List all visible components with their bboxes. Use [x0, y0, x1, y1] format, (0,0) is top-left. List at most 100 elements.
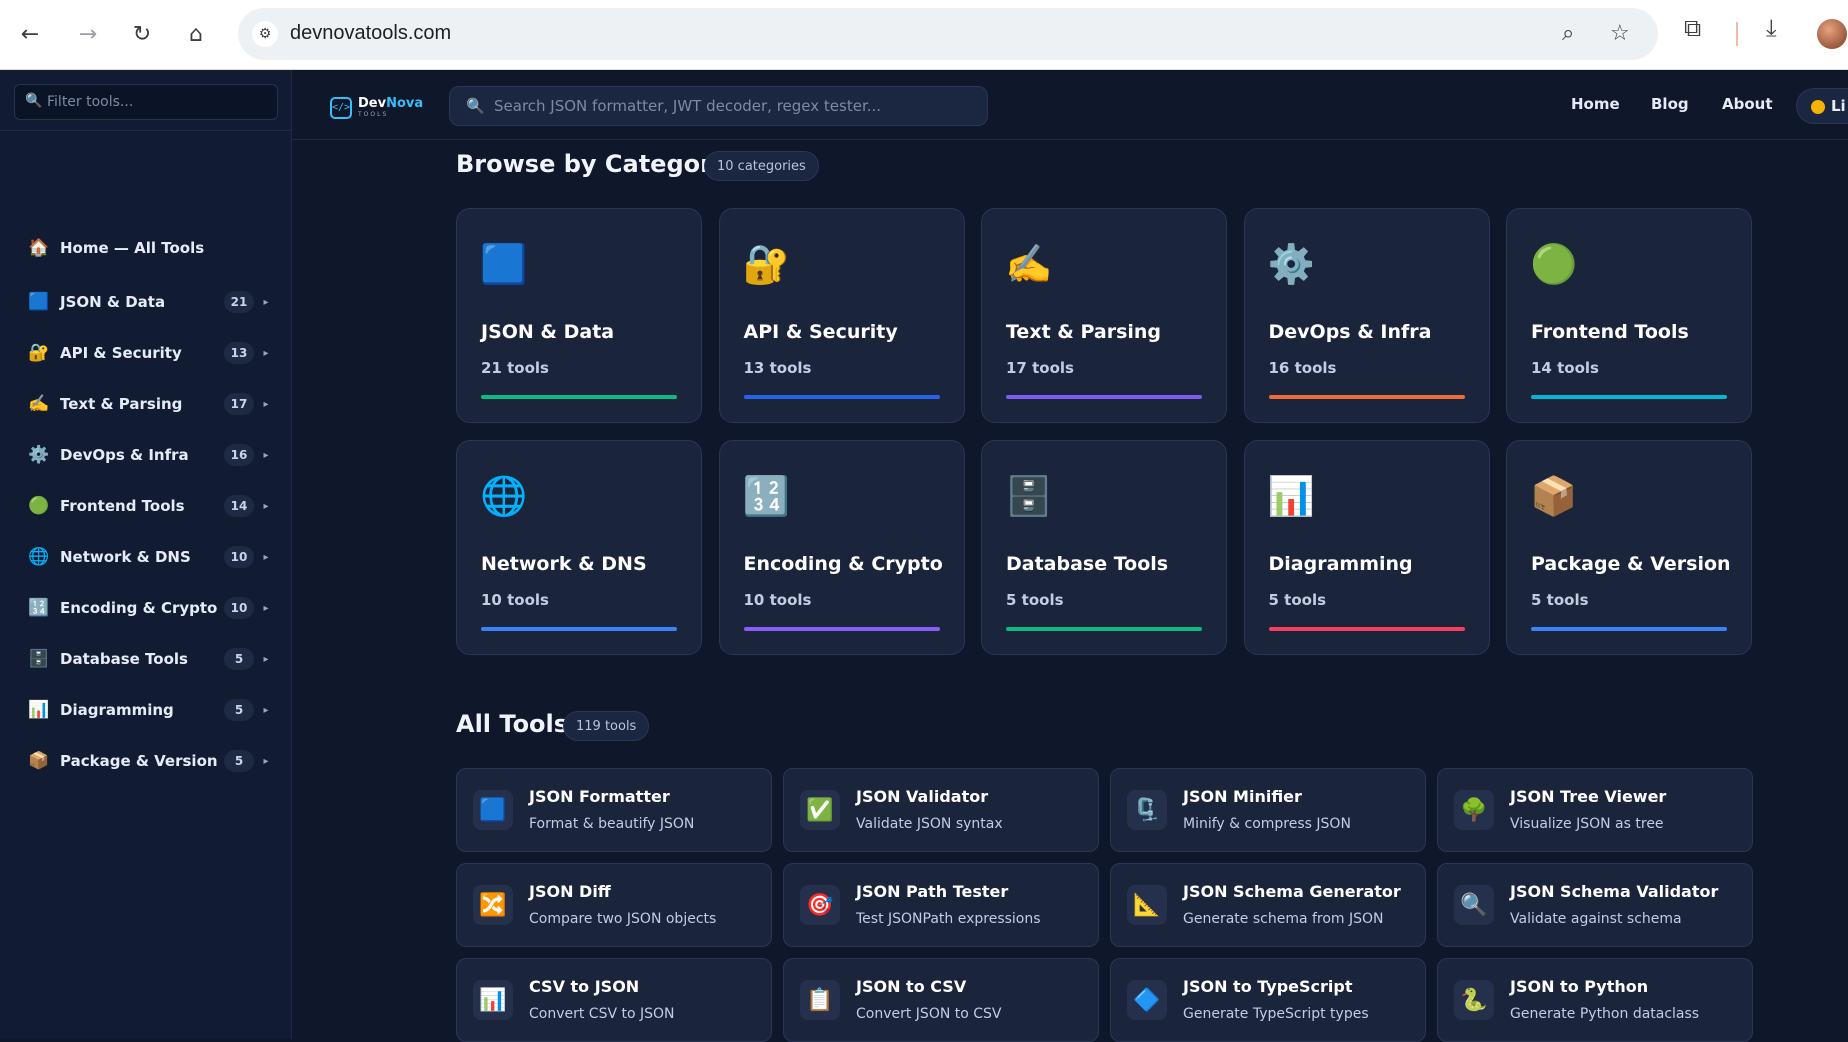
category-tool-count: 5 tools	[1268, 591, 1327, 609]
category-card-frontend-tools[interactable]: 🟢 Frontend Tools 14 tools	[1506, 208, 1752, 423]
download-icon[interactable]: ⤓	[1766, 14, 1777, 42]
sidebar-item-json-data[interactable]: 🟦 JSON & Data 21 ▸	[14, 282, 278, 322]
home-icon[interactable]: ⌂	[178, 16, 214, 52]
expand-arrow-icon[interactable]: ▸	[254, 552, 278, 563]
category-icon: 🌐	[480, 473, 528, 518]
devnova-logo[interactable]: </> DevNova TOOLS	[330, 94, 426, 122]
expand-arrow-icon[interactable]: ▸	[254, 501, 278, 512]
tool-card-json-diff[interactable]: 🔀 JSON Diff Compare two JSON objects	[456, 863, 772, 947]
tool-description: Generate schema from JSON	[1183, 911, 1384, 927]
tool-card-json-schema-validator[interactable]: 🔍 JSON Schema Validator Validate against s…	[1437, 863, 1753, 947]
sidebar-item-database-tools[interactable]: 🗄️ Database Tools 5 ▸	[14, 639, 278, 679]
sidebar-item-label: Diagramming	[60, 701, 174, 719]
category-title: Database Tools	[1006, 553, 1169, 575]
tool-card-json-tree-viewer[interactable]: 🌳 JSON Tree Viewer Visualize JSON as tree	[1437, 768, 1753, 852]
tool-card-json-schema-generator[interactable]: 📐 JSON Schema Generator Generate schema fr…	[1110, 863, 1426, 947]
forward-arrow-icon[interactable]: →	[70, 16, 106, 52]
zoom-icon[interactable]: ⌕	[1562, 21, 1574, 46]
tool-icon: 📊	[473, 980, 513, 1020]
tool-icon: 🐍	[1454, 980, 1494, 1020]
sidebar-item-label: DevOps & Infra	[60, 446, 189, 464]
category-card-encoding-crypto[interactable]: 🔢 Encoding & Crypto 10 tools	[718, 440, 965, 655]
puzzle-icon[interactable]: ⧉	[1684, 14, 1701, 42]
category-card-devops-infra[interactable]: ⚙️ DevOps & Infra 16 tools	[1243, 208, 1490, 423]
tool-title: JSON Formatter	[529, 787, 670, 806]
nav-about-link[interactable]: About	[1722, 95, 1773, 113]
tool-card-csv-to-json[interactable]: 📊 CSV to JSON Convert CSV to JSON	[456, 958, 772, 1042]
category-card-api-security[interactable]: 🔐 API & Security 13 tools	[718, 208, 965, 423]
theme-toggle-label: Li	[1831, 97, 1846, 115]
sidebar-divider	[0, 130, 292, 131]
star-icon[interactable]: ☆	[1610, 21, 1630, 46]
tool-title: JSON Path Tester	[856, 882, 1009, 901]
tool-icon: 🔀	[473, 885, 513, 925]
sidebar-item-api-security[interactable]: 🔐 API & Security 13 ▸	[14, 333, 278, 373]
category-tool-count: 10 tools	[743, 591, 812, 609]
category-card-database-tools[interactable]: 🗄️ Database Tools 5 tools	[981, 440, 1227, 655]
category-icon: 🟦	[480, 241, 528, 286]
reload-icon[interactable]: ↻	[124, 16, 160, 52]
category-icon: 🔐	[28, 343, 50, 363]
category-icon: ⚙️	[28, 445, 50, 465]
tool-icon: 🎯	[800, 885, 840, 925]
expand-arrow-icon[interactable]: ▸	[254, 450, 278, 461]
url-text[interactable]: devnovatools.com	[290, 22, 451, 45]
sidebar-item-diagramming[interactable]: 📊 Diagramming 5 ▸	[14, 690, 278, 730]
sidebar-item-label: Network & DNS	[60, 548, 191, 566]
tool-search[interactable]: 🔍	[449, 86, 988, 126]
tool-card-json-path-tester[interactable]: 🎯 JSON Path Tester Test JSONPath expressio…	[783, 863, 1099, 947]
category-tool-count: 5 tools	[1531, 591, 1589, 609]
category-title: Diagramming	[1268, 553, 1413, 575]
tool-description: Validate JSON syntax	[856, 816, 1003, 832]
category-card-diagramming[interactable]: 📊 Diagramming 5 tools	[1243, 440, 1490, 655]
tool-count-badge: 10	[224, 597, 254, 619]
tool-title: JSON Diff	[529, 882, 611, 901]
expand-arrow-icon[interactable]: ▸	[254, 654, 278, 665]
sidebar-item-network-dns[interactable]: 🌐 Network & DNS 10 ▸	[14, 537, 278, 577]
category-count-badge: 10 categories	[704, 151, 819, 181]
expand-arrow-icon[interactable]: ▸	[254, 756, 278, 767]
sidebar-item-text-parsing[interactable]: ✍️ Text & Parsing 17 ▸	[14, 384, 278, 424]
tool-description: Generate TypeScript types	[1183, 1006, 1369, 1022]
expand-arrow-icon[interactable]: ▸	[254, 348, 278, 359]
sidebar-item-package-version[interactable]: 📦 Package & Version 5 ▸	[14, 741, 278, 781]
sidebar-item-frontend-tools[interactable]: 🟢 Frontend Tools 14 ▸	[14, 486, 278, 526]
expand-arrow-icon[interactable]: ▸	[254, 297, 278, 308]
tool-count-badge: 17	[224, 393, 254, 415]
tool-card-json-to-csv[interactable]: 📋 JSON to CSV Convert JSON to CSV	[783, 958, 1099, 1042]
category-card-package-version[interactable]: 📦 Package & Version 5 tools	[1506, 440, 1752, 655]
expand-arrow-icon[interactable]: ▸	[254, 705, 278, 716]
category-card-network-dns[interactable]: 🌐 Network & DNS 10 tools	[456, 440, 702, 655]
sidebar-item-encoding-crypto[interactable]: 🔢 Encoding & Crypto 10 ▸	[14, 588, 278, 628]
back-arrow-icon[interactable]: ←	[12, 16, 48, 52]
filter-tools-field[interactable]: 🔍	[14, 84, 278, 120]
tool-title: JSON to TypeScript	[1183, 977, 1353, 996]
sidebar-item-devops-infra[interactable]: ⚙️ DevOps & Infra 16 ▸	[14, 435, 278, 475]
category-icon: ⚙️	[1267, 241, 1316, 286]
nav-home-link[interactable]: Home	[1571, 95, 1620, 113]
profile-avatar[interactable]	[1817, 19, 1847, 49]
tool-card-json-minifier[interactable]: 🗜️ JSON Minifier Minify & compress JSON	[1110, 768, 1426, 852]
category-icon: 🔢	[28, 598, 50, 618]
category-icon: 📊	[28, 700, 50, 720]
category-title: Frontend Tools	[1531, 321, 1689, 343]
search-icon: 🔍	[466, 97, 485, 115]
tool-card-json-to-typescript[interactable]: 🔷 JSON to TypeScript Generate TypeScript t…	[1110, 958, 1426, 1042]
category-icon: 🗄️	[1005, 473, 1053, 518]
tool-count-badge: 5	[224, 648, 254, 670]
tool-card-json-to-python[interactable]: 🐍 JSON to Python Generate Python dataclass	[1437, 958, 1753, 1042]
nav-blog-link[interactable]: Blog	[1651, 95, 1689, 113]
category-card-json-data[interactable]: 🟦 JSON & Data 21 tools	[456, 208, 702, 423]
category-accent-bar	[1268, 395, 1465, 399]
sidebar-item-home[interactable]: 🏠 Home — All Tools	[14, 228, 278, 268]
expand-arrow-icon[interactable]: ▸	[254, 603, 278, 614]
tool-card-json-validator[interactable]: ✅ JSON Validator Validate JSON syntax	[783, 768, 1099, 852]
address-bar[interactable]: ⚙ devnovatools.com ⌕ ☆	[238, 8, 1658, 60]
expand-arrow-icon[interactable]: ▸	[254, 399, 278, 410]
tool-search-input[interactable]	[494, 94, 974, 118]
site-info-icon[interactable]: ⚙	[252, 21, 278, 47]
tool-card-json-formatter[interactable]: 🟦 JSON Formatter Format & beautify JSON	[456, 768, 772, 852]
filter-tools-input[interactable]	[47, 90, 267, 114]
theme-toggle-button[interactable]: Li	[1796, 88, 1848, 124]
category-card-text-parsing[interactable]: ✍️ Text & Parsing 17 tools	[981, 208, 1227, 423]
